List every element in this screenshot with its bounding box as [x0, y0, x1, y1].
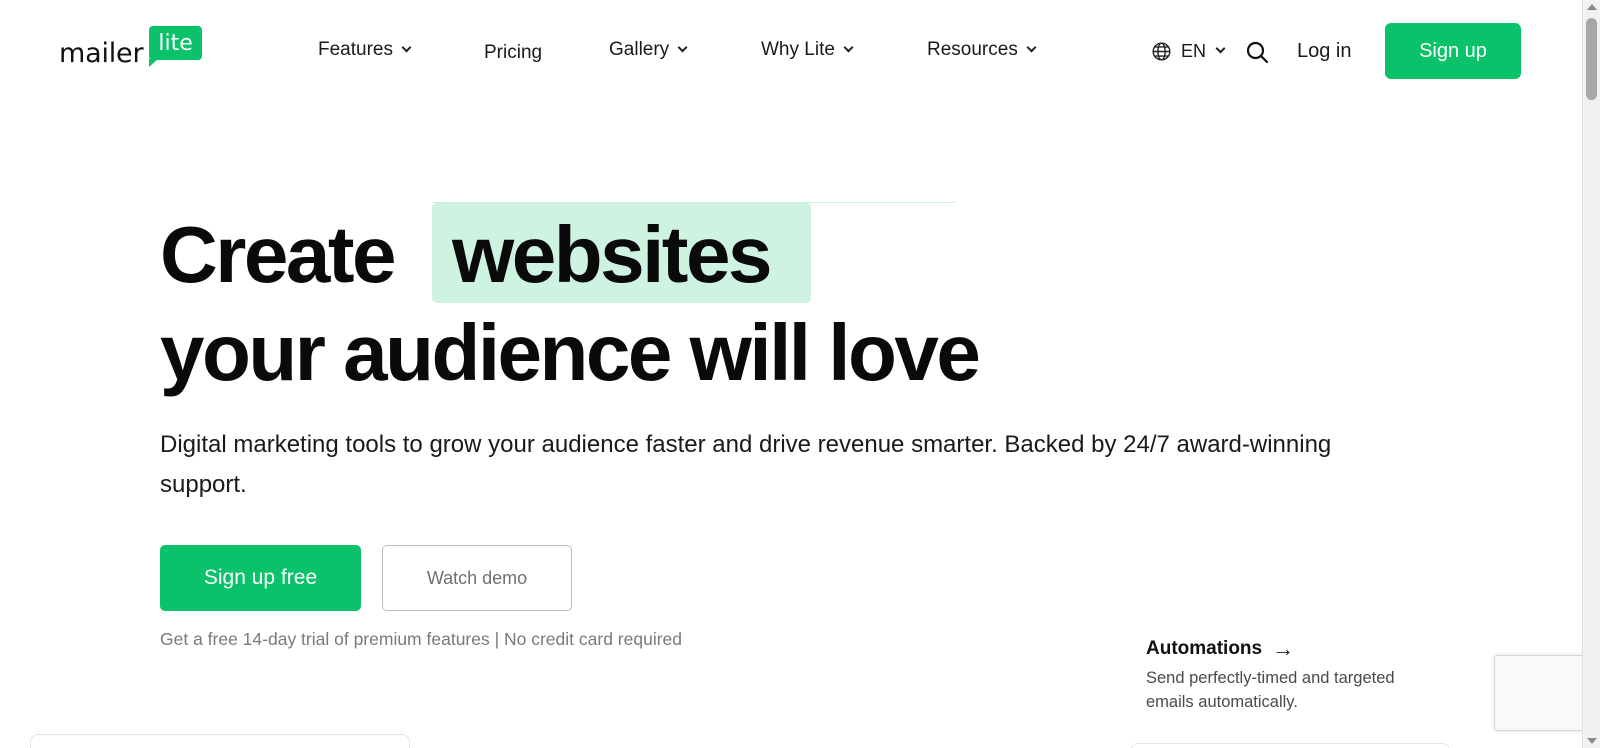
scroll-up-arrow-icon[interactable] [1587, 4, 1597, 10]
scroll-down-arrow-icon[interactable] [1587, 738, 1597, 744]
nav-label: Features [318, 39, 393, 60]
nav-item-gallery[interactable]: Gallery [609, 34, 688, 66]
language-label: EN [1181, 40, 1207, 61]
vertical-scrollbar[interactable] [1582, 0, 1600, 748]
signup-free-button[interactable]: Sign up free [160, 545, 361, 611]
watch-demo-button[interactable]: Watch demo [382, 545, 572, 611]
nav-label: Gallery [609, 39, 670, 60]
language-selector[interactable]: EN [1151, 38, 1226, 64]
globe-icon [1152, 41, 1171, 61]
hero-subtitle: Digital marketing tools to grow your aud… [160, 431, 1332, 498]
logo-badge: lite [149, 26, 202, 67]
trial-note: Get a free 14-day trial of premium featu… [160, 629, 683, 649]
mailerlite-logo[interactable]: mailer lite [59, 26, 202, 70]
chevron-down-icon [843, 42, 854, 53]
headline-word-create: Create [160, 210, 397, 299]
nav-item-pricing[interactable]: Pricing [484, 37, 542, 69]
login-link[interactable]: Log in [1297, 36, 1352, 66]
feature-title: Automations [1146, 638, 1263, 659]
signup-button[interactable]: Sign up [1385, 23, 1521, 79]
page: mailer lite Features Pricing Gallery Why… [0, 0, 1582, 748]
arrow-right-icon: → [1272, 636, 1295, 661]
nav-label: Why Lite [761, 39, 835, 60]
nav-item-features[interactable]: Features [318, 34, 412, 66]
search-button[interactable] [1245, 40, 1269, 64]
scrollbar-thumb[interactable] [1586, 18, 1597, 100]
search-icon [1246, 41, 1269, 64]
nav-item-resources[interactable]: Resources [927, 34, 1037, 66]
chevron-down-icon [1215, 43, 1226, 54]
preview-card-left [30, 734, 410, 748]
chevron-down-icon [401, 42, 412, 53]
chevron-down-icon [677, 42, 688, 53]
nav-label: Resources [927, 39, 1018, 60]
nav-label: Pricing [484, 42, 543, 63]
recaptcha-badge[interactable] [1494, 655, 1582, 731]
preview-card-right [1130, 743, 1450, 748]
headline-word-websites: websites [452, 210, 772, 299]
logo-wordmark: mailer [59, 38, 144, 69]
chevron-down-icon [1026, 42, 1037, 53]
headline-line-2: your audience will love [160, 308, 981, 397]
feature-description: Send perfectly-timed and targeted emails… [1146, 669, 1395, 711]
nav-item-why-lite[interactable]: Why Lite [761, 34, 854, 66]
automations-link[interactable]: Automations → [1146, 636, 1294, 662]
